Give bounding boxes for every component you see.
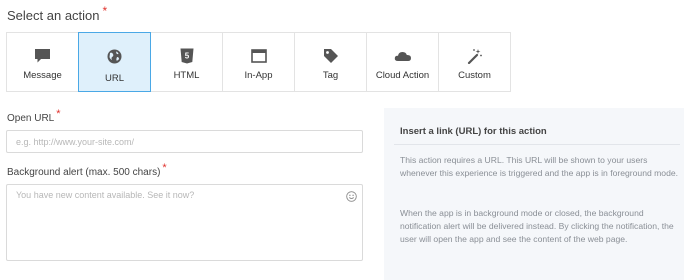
open-url-input[interactable] xyxy=(6,130,363,153)
background-alert-textarea[interactable] xyxy=(6,184,363,261)
select-action-title: Select an action * xyxy=(7,4,107,23)
action-cloud-button[interactable]: Cloud Action xyxy=(366,32,439,92)
help-panel: Insert a link (URL) for this action This… xyxy=(384,108,684,280)
help-title: Insert a link (URL) for this action xyxy=(400,126,547,137)
smiley-icon[interactable] xyxy=(346,189,357,202)
action-message-button[interactable]: Message xyxy=(6,32,79,92)
action-tag-label: Tag xyxy=(322,70,339,81)
globe-icon xyxy=(106,47,124,65)
action-inapp-label: In-App xyxy=(244,70,273,81)
action-type-selector: Message URL 5 HTML In-App Tag Cloud Acti… xyxy=(6,32,511,92)
action-tag-button[interactable]: Tag xyxy=(294,32,367,92)
select-action-title-text: Select an action xyxy=(7,8,100,23)
open-url-label: Open URL * xyxy=(7,108,61,124)
action-inapp-button[interactable]: In-App xyxy=(222,32,295,92)
required-marker: * xyxy=(162,162,167,174)
window-icon xyxy=(250,47,268,65)
action-custom-label: Custom xyxy=(458,70,491,81)
action-html-button[interactable]: 5 HTML xyxy=(150,32,223,92)
required-marker: * xyxy=(102,4,108,18)
chat-bubble-icon xyxy=(34,47,52,65)
tag-icon xyxy=(322,47,340,65)
help-paragraph-1: This action requires a URL. This URL wil… xyxy=(400,155,679,178)
background-alert-label: Background alert (max. 500 chars) * xyxy=(7,162,167,178)
action-message-label: Message xyxy=(23,70,62,81)
open-url-label-text: Open URL xyxy=(7,113,55,124)
required-marker: * xyxy=(56,108,61,120)
svg-text:5: 5 xyxy=(184,52,189,61)
action-url-button[interactable]: URL xyxy=(78,32,151,92)
action-url-label: URL xyxy=(104,73,124,84)
html5-icon: 5 xyxy=(178,47,196,65)
action-cloud-label: Cloud Action xyxy=(375,70,430,81)
action-custom-button[interactable]: Custom xyxy=(438,32,511,92)
action-html-label: HTML xyxy=(173,70,200,81)
cloud-icon xyxy=(394,47,412,65)
help-divider xyxy=(394,144,680,145)
help-paragraph-2: When the app is in background mode or cl… xyxy=(400,208,674,244)
background-alert-label-text: Background alert (max. 500 chars) xyxy=(7,167,161,178)
magic-wand-icon xyxy=(466,47,484,65)
